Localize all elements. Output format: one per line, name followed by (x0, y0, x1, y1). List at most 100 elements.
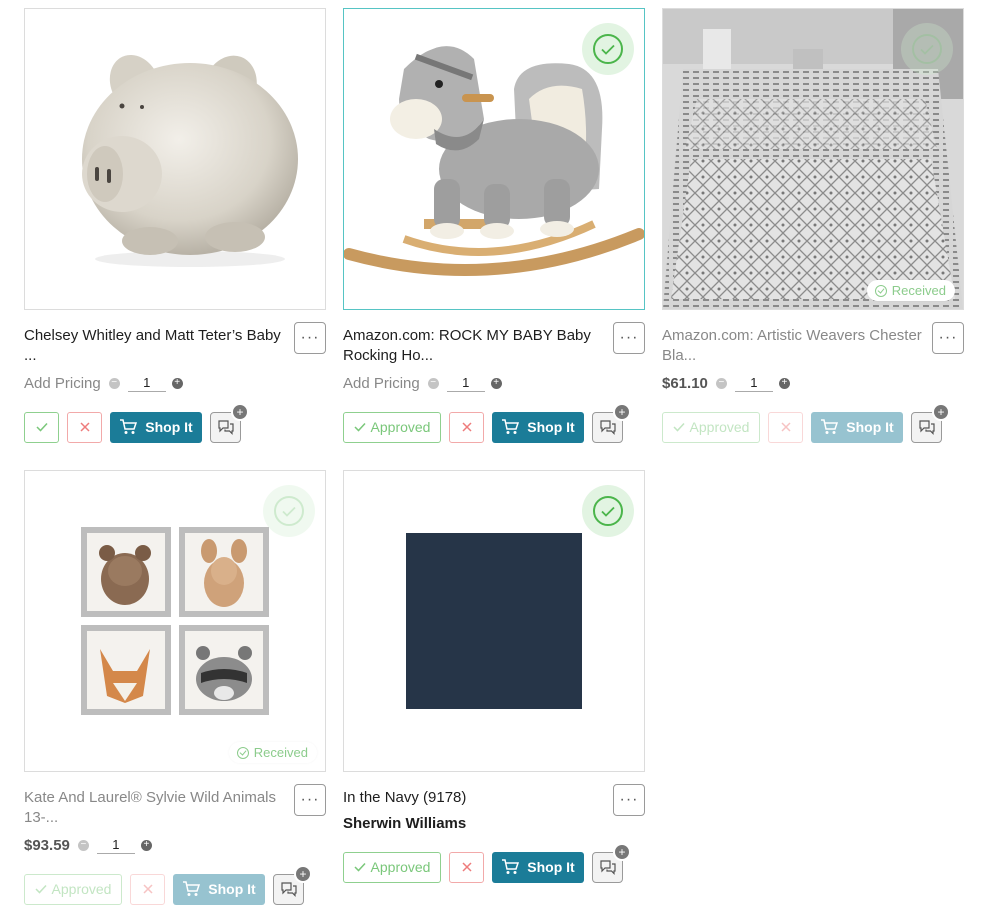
check-icon (673, 422, 685, 432)
product-title[interactable]: Amazon.com: ROCK MY BABY Baby Rocking Ho… (343, 326, 605, 366)
product-card: In the Navy (9178) ··· Sherwin Williams … (343, 470, 645, 883)
comment-icon (280, 882, 297, 897)
received-badge: Received (866, 280, 955, 301)
product-title[interactable]: In the Navy (9178) (343, 788, 605, 808)
comment-icon (217, 420, 234, 435)
quantity-input[interactable]: 1 (734, 375, 773, 392)
cart-icon (502, 419, 520, 434)
add-pricing-link[interactable]: Add Pricing (24, 375, 101, 392)
product-image[interactable] (343, 470, 645, 772)
shop-it-button[interactable]: Shop It (492, 851, 584, 883)
more-options-button[interactable]: ··· (294, 322, 326, 354)
cart-icon (120, 419, 138, 434)
approved-label: Approved (689, 419, 750, 435)
check-icon (282, 506, 296, 517)
product-price[interactable]: $61.10 (662, 375, 708, 392)
comment-icon (599, 420, 616, 435)
approved-label: Approved (370, 419, 431, 435)
shop-it-label: Shop It (527, 859, 575, 875)
shop-it-button[interactable]: Shop It (492, 411, 584, 443)
quantity-input[interactable]: 1 (127, 375, 166, 392)
approved-label: Approved (370, 859, 431, 875)
shop-it-button[interactable]: Shop It (173, 873, 265, 905)
reject-button[interactable] (449, 851, 484, 883)
approved-button[interactable]: Approved (343, 851, 441, 883)
comment-button[interactable]: + (592, 402, 631, 443)
check-icon (35, 422, 48, 432)
more-dots-icon: ··· (938, 329, 958, 346)
comment-button[interactable]: + (911, 402, 950, 443)
reject-button[interactable] (768, 411, 803, 443)
product-image[interactable]: Received (662, 8, 964, 310)
piggy-bank-image (82, 54, 298, 267)
quantity-input[interactable]: 1 (96, 837, 135, 854)
approved-button[interactable]: Approved (343, 411, 441, 443)
add-comment-plus-icon[interactable]: + (613, 402, 631, 421)
check-icon (35, 884, 47, 894)
close-icon (79, 422, 90, 432)
selected-check-badge[interactable] (582, 23, 634, 75)
more-dots-icon: ··· (300, 791, 320, 808)
quantity-input[interactable]: 1 (446, 375, 485, 392)
shop-it-button[interactable]: Shop It (811, 411, 903, 443)
product-card: Chelsey Whitley and Matt Teter’s Baby ..… (24, 8, 326, 443)
check-icon (601, 44, 615, 55)
close-icon (780, 422, 791, 432)
add-comment-plus-icon[interactable]: + (932, 402, 950, 421)
add-comment-plus-icon[interactable]: + (294, 864, 312, 883)
received-label: Received (891, 283, 946, 298)
minus-icon[interactable]: − (108, 377, 120, 389)
reject-button[interactable] (449, 411, 484, 443)
plus-icon[interactable]: + (778, 377, 790, 389)
product-card: Amazon.com: ROCK MY BABY Baby Rocking Ho… (343, 8, 645, 443)
selected-check-badge[interactable] (582, 485, 634, 537)
plus-icon[interactable]: + (490, 377, 502, 389)
vendor-name: Sherwin Williams (343, 815, 467, 832)
selected-check-badge[interactable] (901, 23, 953, 75)
received-badge: Received (228, 742, 317, 763)
shop-it-label: Shop It (208, 881, 256, 897)
product-title[interactable]: Chelsey Whitley and Matt Teter’s Baby ..… (24, 326, 286, 366)
more-options-button[interactable]: ··· (932, 322, 964, 354)
check-circle-icon (236, 746, 249, 759)
add-comment-plus-icon[interactable]: + (231, 402, 249, 421)
more-options-button[interactable]: ··· (613, 322, 645, 354)
minus-icon[interactable]: − (77, 839, 89, 851)
approved-button[interactable]: Approved (662, 411, 760, 443)
approved-label: Approved (51, 881, 112, 897)
minus-icon[interactable]: − (715, 377, 727, 389)
more-options-button[interactable]: ··· (613, 784, 645, 816)
close-icon (142, 884, 153, 894)
plus-icon[interactable]: + (140, 839, 152, 851)
plus-icon[interactable]: + (171, 377, 183, 389)
approved-button[interactable]: Approved (24, 873, 122, 905)
product-image[interactable] (24, 8, 326, 310)
approve-button[interactable] (24, 411, 59, 443)
selected-check-badge[interactable] (263, 485, 315, 537)
comment-button[interactable]: + (273, 864, 312, 905)
product-card: Received Kate And Laurel® Sylvie Wild An… (24, 470, 326, 905)
product-title[interactable]: Amazon.com: Artistic Weavers Chester Bla… (662, 326, 924, 366)
check-icon (920, 44, 934, 55)
comment-button[interactable]: + (210, 402, 249, 443)
reject-button[interactable] (67, 411, 102, 443)
product-image[interactable]: Received (24, 470, 326, 772)
add-comment-plus-icon[interactable]: + (613, 842, 631, 861)
comment-button[interactable]: + (592, 842, 631, 883)
shop-it-label: Shop It (145, 419, 193, 435)
product-title[interactable]: Kate And Laurel® Sylvie Wild Animals 13-… (24, 788, 286, 828)
cart-icon (183, 881, 201, 896)
add-pricing-link[interactable]: Add Pricing (343, 375, 420, 392)
shop-it-label: Shop It (527, 419, 575, 435)
minus-icon[interactable]: − (427, 377, 439, 389)
cart-icon (502, 859, 520, 874)
comment-icon (599, 860, 616, 875)
close-icon (461, 422, 472, 432)
reject-button[interactable] (130, 873, 165, 905)
paint-swatch (406, 533, 582, 709)
shop-it-button[interactable]: Shop It (110, 411, 202, 443)
check-icon (601, 506, 615, 517)
product-image[interactable] (343, 8, 645, 310)
more-options-button[interactable]: ··· (294, 784, 326, 816)
product-price[interactable]: $93.59 (24, 837, 70, 854)
